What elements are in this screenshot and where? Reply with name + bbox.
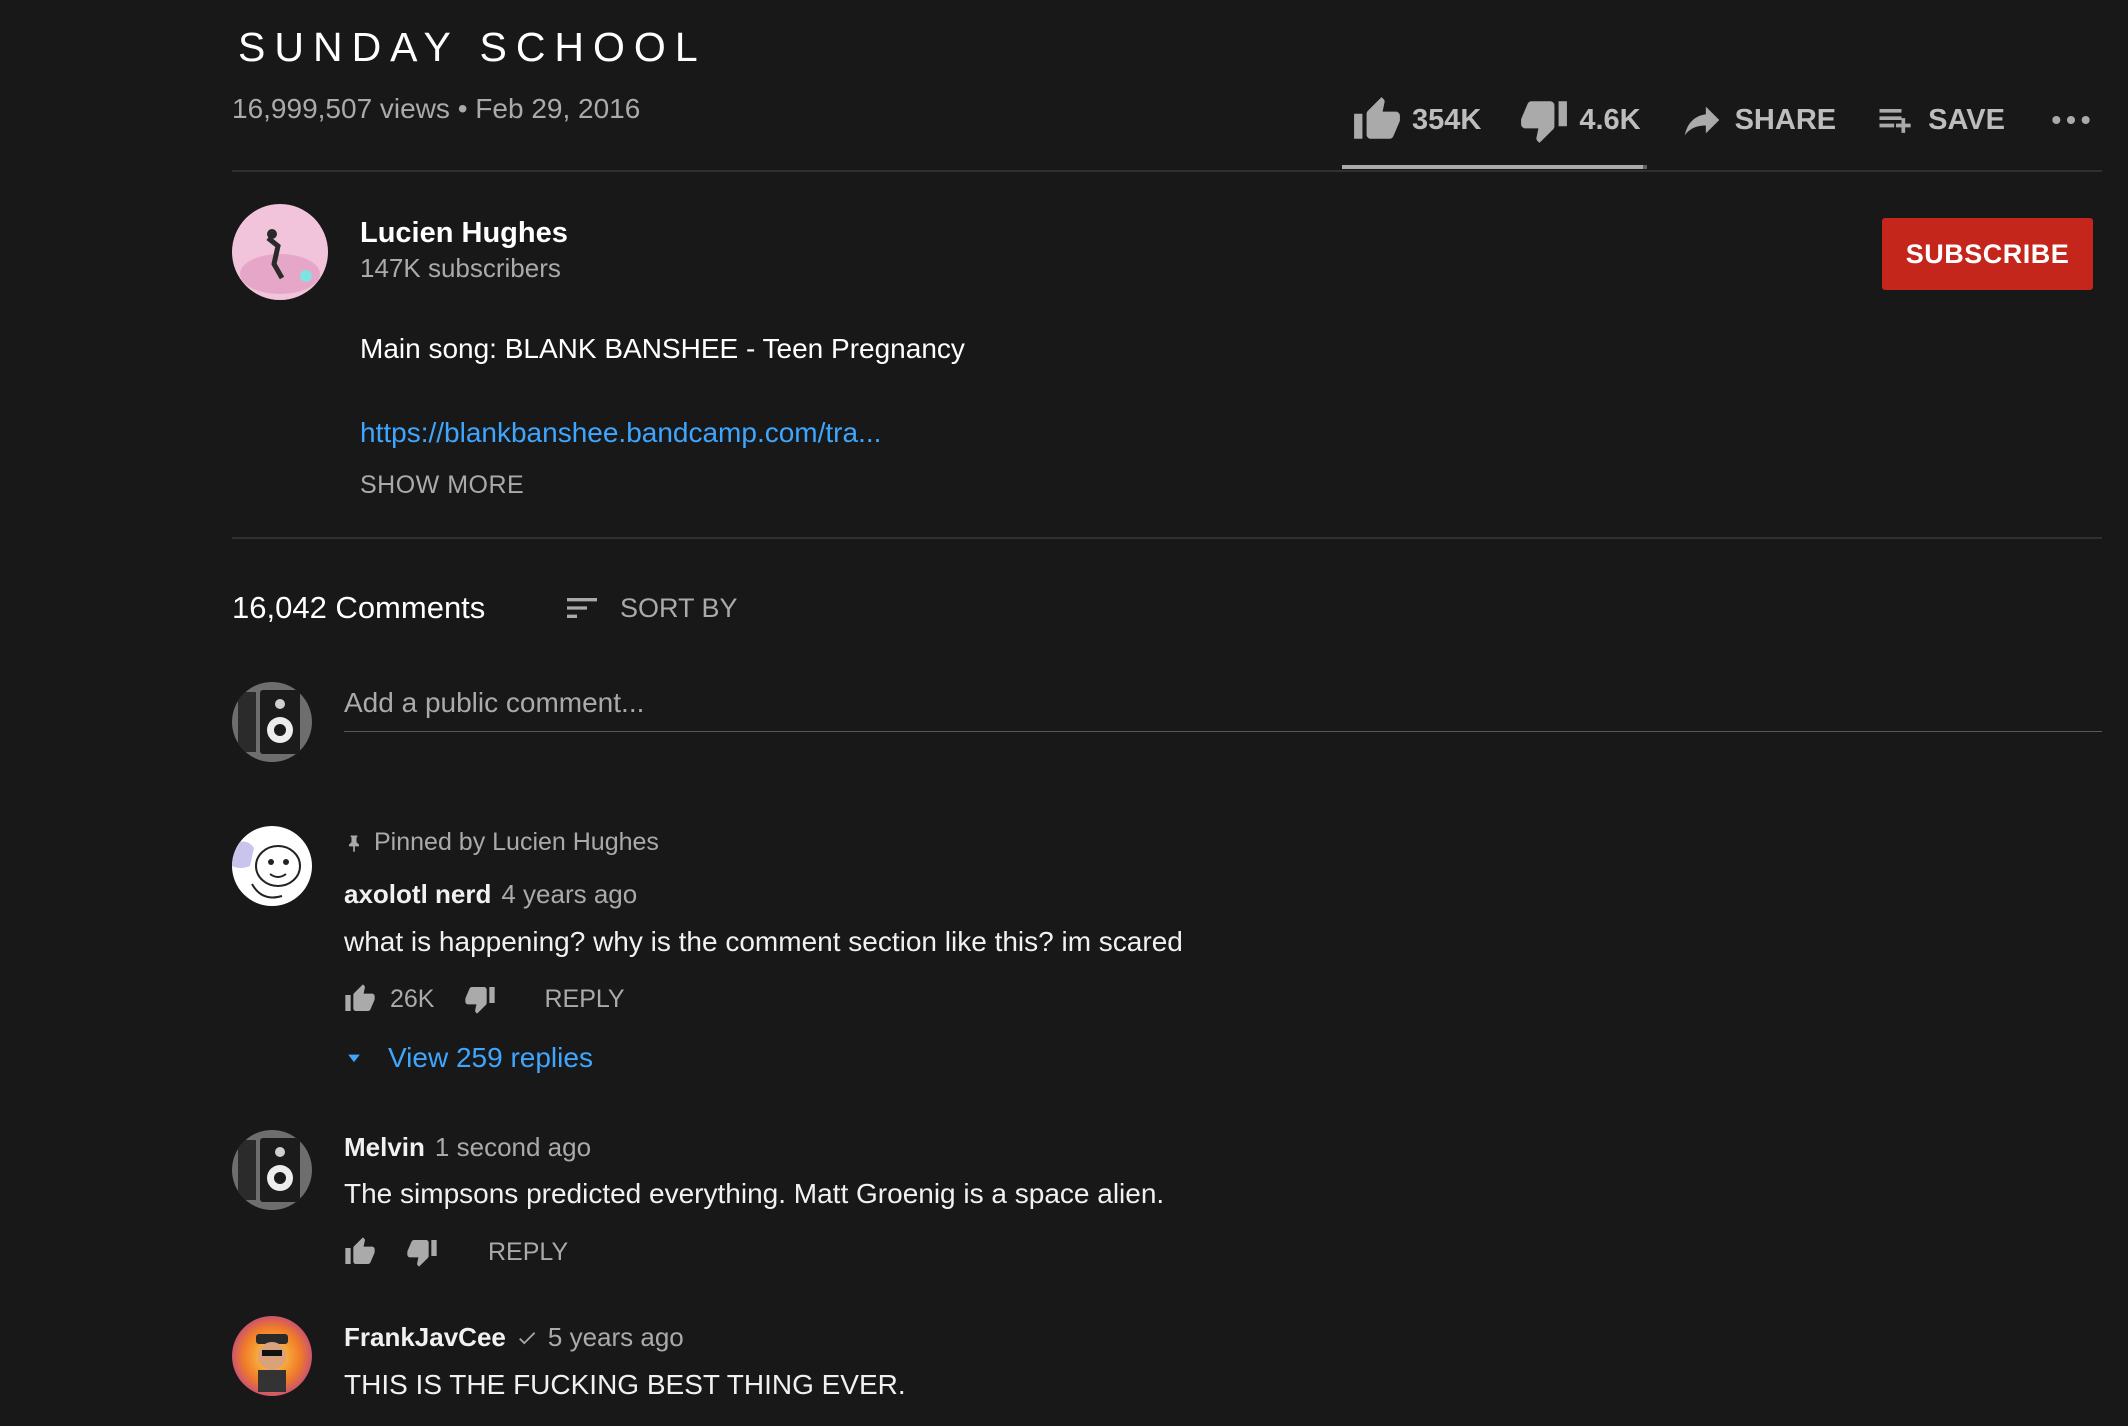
more-horizontal-icon bbox=[2052, 115, 2090, 125]
sort-by-label: SORT BY bbox=[620, 592, 738, 623]
user-avatar bbox=[232, 682, 312, 762]
sort-by-button[interactable]: SORT BY bbox=[562, 588, 738, 628]
playlist-add-icon bbox=[1879, 109, 1911, 133]
comment-time[interactable]: 5 years ago bbox=[548, 1322, 684, 1353]
comment-avatar[interactable] bbox=[232, 826, 312, 906]
thumbs-up-icon bbox=[1354, 97, 1400, 139]
video-title: SUNDAY SCHOOL bbox=[238, 24, 707, 70]
speaker-avatar-image bbox=[232, 682, 312, 762]
add-comment-placeholder[interactable]: Add a public comment... bbox=[344, 687, 644, 719]
comment-time[interactable]: 4 years ago bbox=[501, 879, 637, 909]
pinned-label: Pinned by Lucien Hughes bbox=[344, 828, 659, 857]
description-text: Main song: BLANK BANSHEE - Teen Pregnanc… bbox=[360, 333, 965, 364]
save-button[interactable]: SAVE bbox=[1874, 98, 2005, 142]
comment-text: what is happening? why is the comment se… bbox=[344, 926, 1183, 957]
comment-author[interactable]: axolotl nerd bbox=[344, 879, 491, 909]
share-label: SHARE bbox=[1734, 103, 1837, 136]
speaker-avatar-image bbox=[232, 1130, 312, 1210]
thumbs-down-icon bbox=[1521, 101, 1568, 143]
video-meta: 16,999,507 views • Feb 29, 2016 bbox=[232, 93, 641, 124]
reply-button[interactable]: REPLY bbox=[488, 1238, 568, 1267]
view-replies-label: View 259 replies bbox=[388, 1042, 593, 1073]
comment-author[interactable]: FrankJavCee bbox=[344, 1322, 506, 1353]
share-button[interactable]: SHARE bbox=[1679, 97, 1837, 143]
save-label: SAVE bbox=[1928, 103, 2005, 136]
more-actions-button[interactable] bbox=[2049, 98, 2093, 142]
pinned-text: Pinned by Lucien Hughes bbox=[374, 828, 659, 856]
comment-text: The simpsons predicted everything. Matt … bbox=[344, 1178, 1165, 1209]
comment-avatar[interactable] bbox=[232, 1130, 312, 1210]
thumbs-up-icon[interactable] bbox=[344, 983, 376, 1015]
thumbs-up-icon[interactable] bbox=[344, 1236, 376, 1268]
channel-avatar-image bbox=[232, 204, 328, 300]
thumbs-down-icon[interactable] bbox=[406, 1236, 438, 1268]
description-link[interactable]: https://blankbanshee.bandcamp.com/tra... bbox=[360, 417, 881, 449]
like-bar-fill bbox=[1342, 165, 1644, 169]
comment-avatar[interactable] bbox=[232, 1316, 312, 1396]
comment-time[interactable]: 1 second ago bbox=[435, 1132, 591, 1162]
frankjavcee-avatar-image bbox=[232, 1316, 312, 1396]
like-button[interactable]: 354K bbox=[1352, 95, 1481, 145]
sort-icon bbox=[567, 598, 597, 618]
thumbs-down-icon[interactable] bbox=[464, 983, 496, 1015]
like-count: 354K bbox=[1412, 103, 1482, 136]
channel-name[interactable]: Lucien Hughes bbox=[360, 217, 568, 250]
comment-like-count: 26K bbox=[390, 984, 435, 1013]
dislike-count: 4.6K bbox=[1579, 103, 1641, 136]
view-replies-button[interactable]: View 259 replies bbox=[344, 1042, 593, 1074]
comment-actions: REPLY bbox=[344, 1236, 568, 1268]
axolotl-avatar-image bbox=[232, 826, 312, 906]
share-arrow-icon bbox=[1684, 106, 1719, 136]
show-more-button[interactable]: SHOW MORE bbox=[360, 471, 524, 500]
channel-avatar[interactable] bbox=[232, 204, 328, 300]
caret-down-icon bbox=[348, 1054, 360, 1063]
comment-header: Melvin 1 second ago bbox=[344, 1132, 591, 1163]
reply-button[interactable]: REPLY bbox=[544, 985, 624, 1014]
comment-text: THIS IS THE FUCKING BEST THING EVER. bbox=[344, 1369, 906, 1400]
like-dislike-bar bbox=[1342, 165, 1647, 169]
video-actions: 354K 4.6K SHARE SAVE bbox=[1352, 92, 2093, 148]
comment-header: axolotl nerd 4 years ago bbox=[344, 879, 637, 910]
subscribe-button[interactable]: SUBSCRIBE bbox=[1882, 218, 2093, 290]
add-comment-underline bbox=[344, 731, 2102, 732]
comment-header: FrankJavCee 5 years ago bbox=[344, 1322, 684, 1353]
divider-description bbox=[232, 537, 2102, 539]
pin-icon bbox=[349, 835, 359, 852]
dislike-button[interactable]: 4.6K bbox=[1519, 95, 1641, 145]
divider-top bbox=[232, 170, 2102, 172]
comments-count: 16,042 Comments bbox=[232, 590, 486, 625]
subscriber-count: 147K subscribers bbox=[360, 253, 561, 283]
check-icon bbox=[519, 1331, 536, 1344]
comment-author[interactable]: Melvin bbox=[344, 1132, 425, 1162]
comment-actions: 26K REPLY bbox=[344, 983, 625, 1015]
